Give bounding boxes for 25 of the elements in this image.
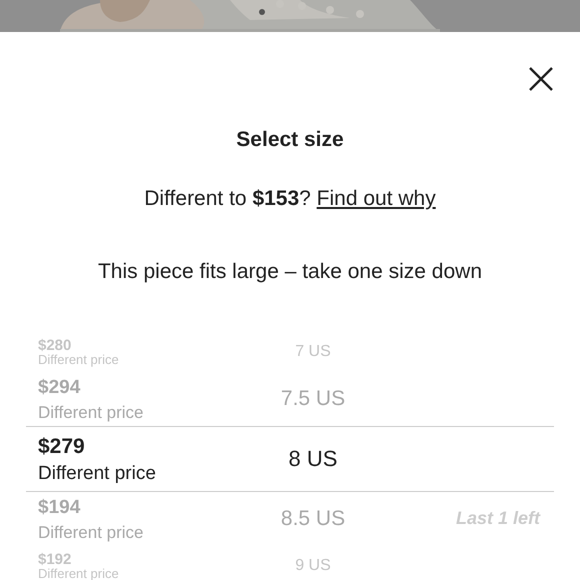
size-option[interactable]: $294 Different price 7.5 US: [0, 372, 580, 426]
sheet-title: Select size: [235, 127, 345, 153]
size-label: 8.5 US: [280, 506, 346, 530]
price-note: Different price: [38, 522, 145, 543]
size-option[interactable]: $279 Different price 8 US: [26, 426, 554, 492]
size-label: 9 US: [295, 556, 331, 574]
price: $280: [38, 338, 72, 352]
size-label: 8 US: [288, 446, 338, 471]
price: $294: [38, 376, 82, 400]
find-out-why-link[interactable]: Find out why: [316, 186, 436, 210]
fit-note: This piece fits large – take one size down: [98, 260, 482, 283]
close-button[interactable]: [528, 66, 554, 92]
close-icon: [528, 66, 554, 92]
price: $194: [38, 496, 82, 520]
price-note: Different price: [38, 402, 145, 423]
size-label: 7 US: [295, 342, 331, 360]
price-note: Different to $153? Find out why: [144, 186, 436, 210]
price-note: Different price: [38, 566, 120, 580]
size-option[interactable]: $192 Different price 9 US: [0, 546, 580, 580]
price-note: Different price: [38, 352, 120, 366]
price: $192: [38, 552, 72, 566]
price-note: Different price: [38, 462, 157, 486]
size-option[interactable]: $280 Different price 7 US: [0, 332, 580, 372]
price: $279: [38, 434, 86, 460]
size-label: 7.5 US: [280, 386, 346, 410]
